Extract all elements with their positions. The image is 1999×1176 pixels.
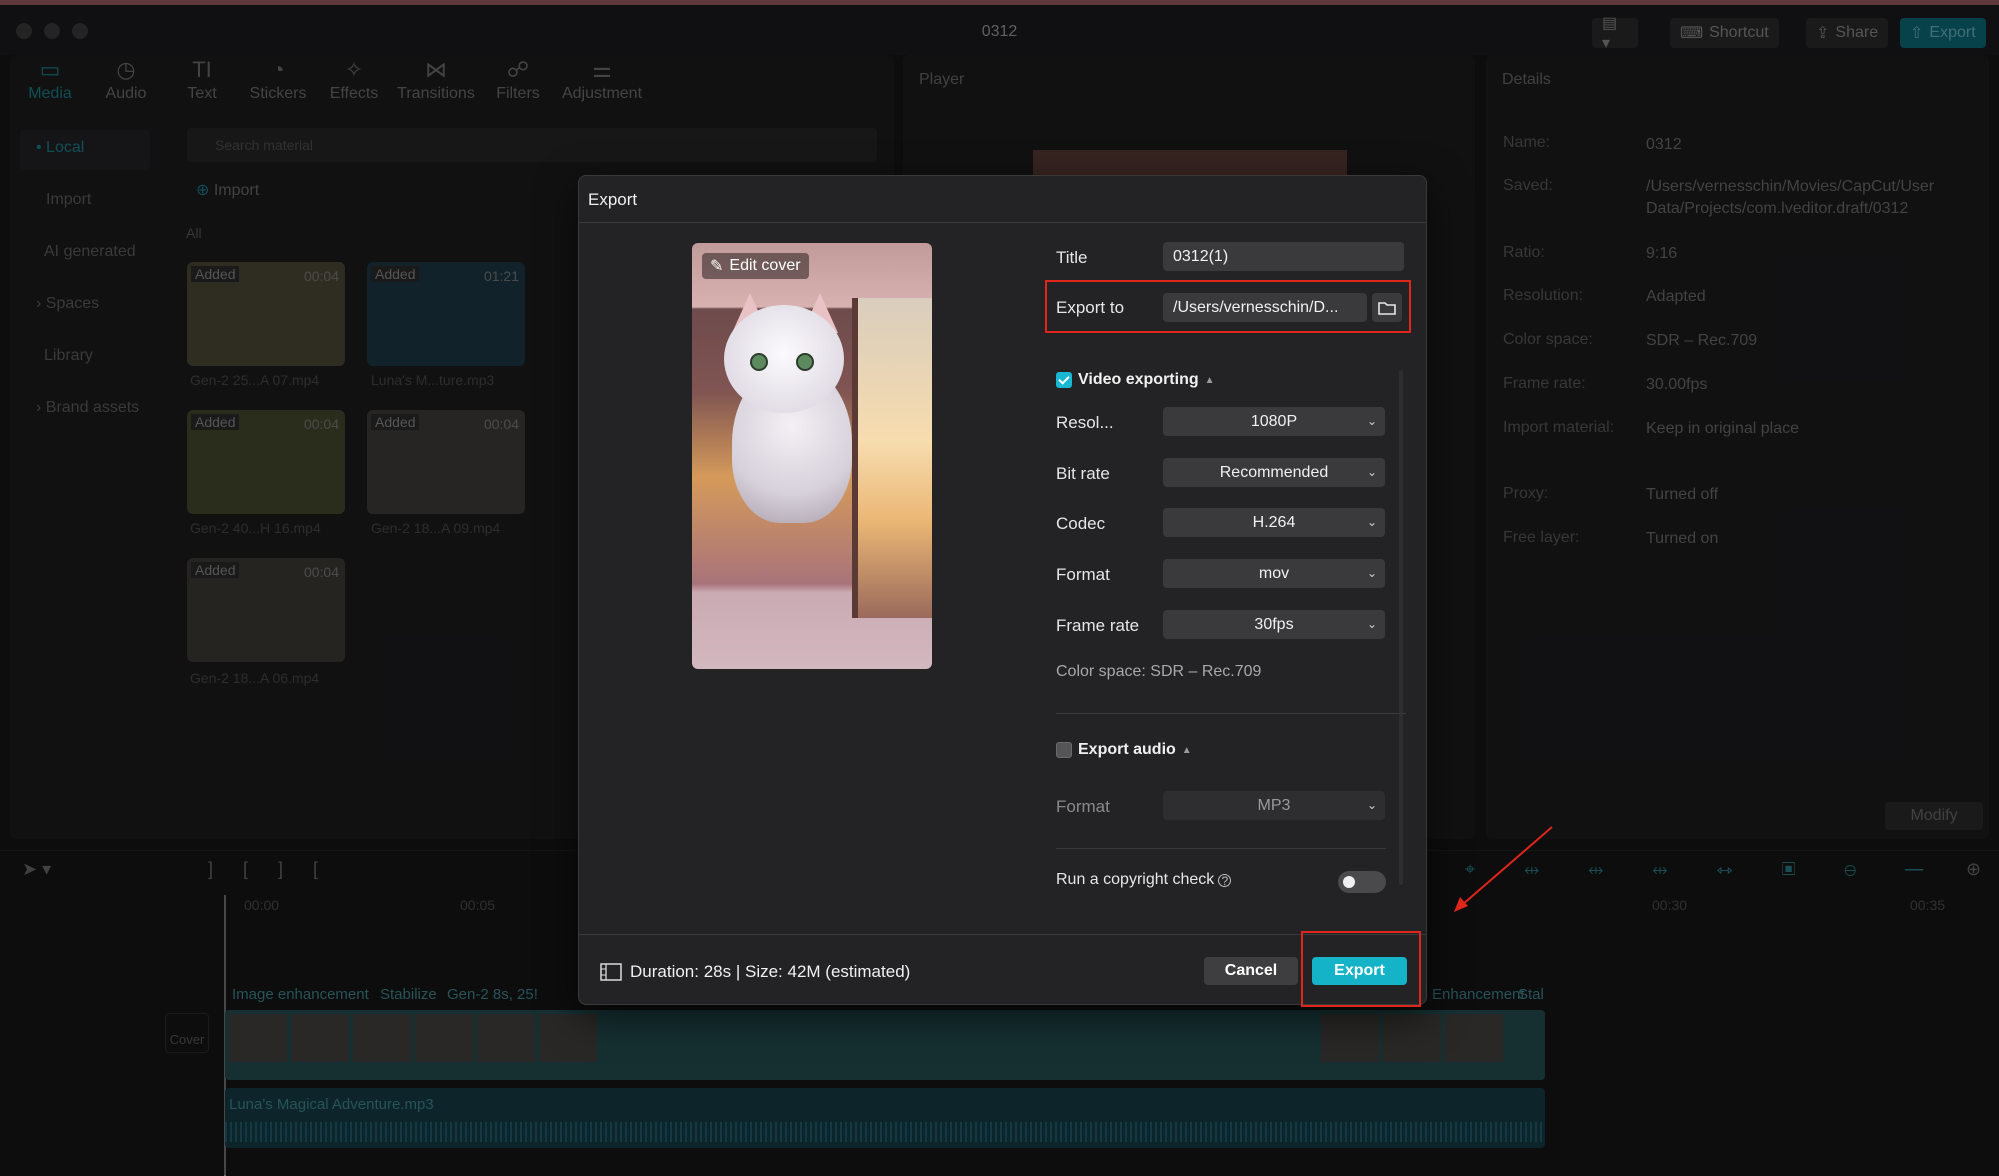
annotation-arrow (1454, 826, 1553, 912)
app-window: 0312 ▤ ▾ ⌨ Shortcut ⇪ Share ⇧ Export ▭ Media… (0, 0, 1999, 1176)
